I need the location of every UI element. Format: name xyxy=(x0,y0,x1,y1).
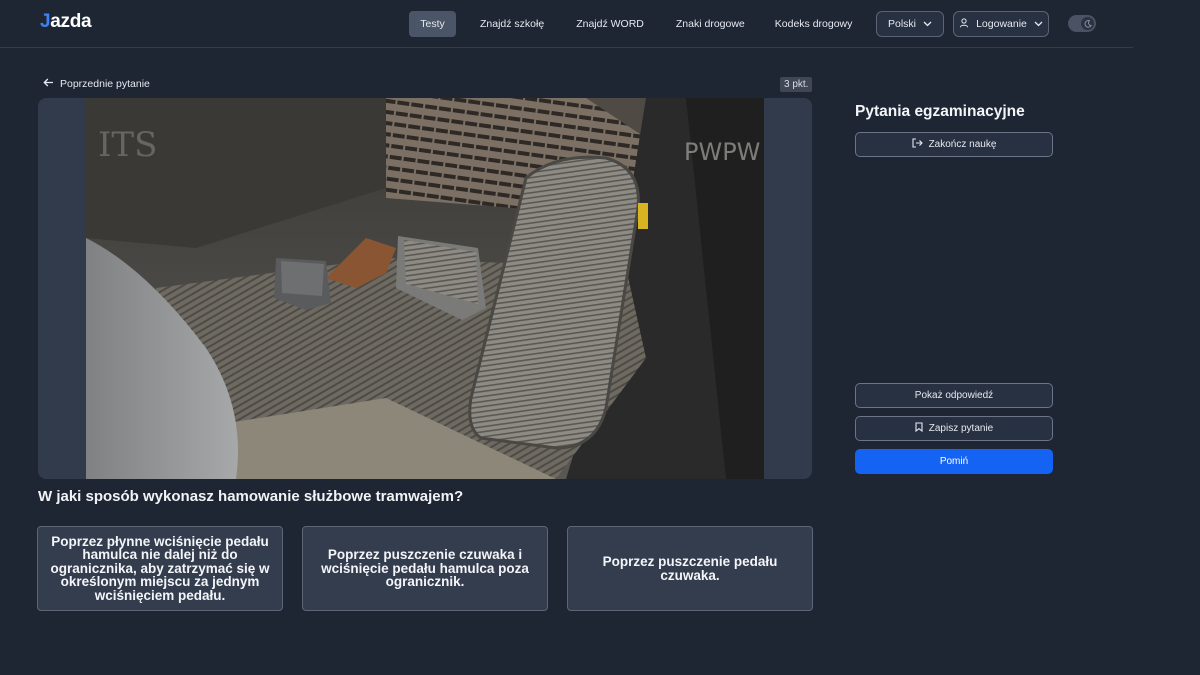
main-nav: Testy Znajdź szkołę Znajdź WORD Znaki dr… xyxy=(409,11,917,37)
bookmark-icon xyxy=(915,422,923,435)
moon-icon xyxy=(1081,17,1094,30)
logo[interactable]: Jazda xyxy=(40,11,92,33)
show-answer-button[interactable]: Pokaż odpowiedź xyxy=(855,383,1053,408)
finish-learning-label: Zakończ naukę xyxy=(928,139,997,150)
show-answer-label: Pokaż odpowiedź xyxy=(914,390,994,401)
logout-icon xyxy=(912,138,923,151)
logo-text: azda xyxy=(50,11,92,32)
points-badge: 3 pkt. xyxy=(780,77,813,92)
login-label: Logowanie xyxy=(976,18,1027,30)
logo-mark: J xyxy=(40,11,51,32)
save-question-button[interactable]: Zapisz pytanie xyxy=(855,416,1053,441)
arrow-left-icon xyxy=(43,78,54,90)
login-button[interactable]: Logowanie xyxy=(953,11,1049,37)
previous-question-label: Poprzednie pytanie xyxy=(60,78,150,90)
nav-item-testy[interactable]: Testy xyxy=(409,11,456,37)
top-navbar: Jazda Testy Znajdź szkołę Znajdź WORD Zn… xyxy=(0,0,1133,48)
user-icon xyxy=(959,17,969,31)
finish-learning-button[interactable]: Zakończ naukę xyxy=(855,132,1053,157)
answer-option-b[interactable]: Poprzez puszczenie czuwaka i wciśnięcie … xyxy=(302,526,548,611)
skip-button[interactable]: Pomiń xyxy=(855,449,1053,474)
nav-item-find-word[interactable]: Znajdź WORD xyxy=(564,11,656,37)
sidebar-title: Pytania egzaminacyjne xyxy=(855,103,1025,120)
language-select[interactable]: Polski xyxy=(876,11,944,37)
chevron-down-icon xyxy=(1034,18,1043,30)
watermark-left: ITS xyxy=(98,125,157,165)
save-question-label: Zapisz pytanie xyxy=(928,423,994,434)
language-label: Polski xyxy=(887,18,916,30)
question-media-frame: ITS PWPW xyxy=(38,98,812,479)
answer-option-c[interactable]: Poprzez puszczenie pedału czuwaka. xyxy=(567,526,813,611)
nav-item-find-school[interactable]: Znajdź szkołę xyxy=(468,11,556,37)
skip-label: Pomiń xyxy=(939,456,969,467)
chevron-down-icon xyxy=(923,18,932,30)
watermark-right: PWPW xyxy=(684,138,760,166)
theme-toggle[interactable] xyxy=(1068,15,1096,32)
question-text: W jaki sposób wykonasz hamowanie służbow… xyxy=(38,488,464,505)
answer-option-a[interactable]: Poprzez płynne wciśnięcie pedału hamulca… xyxy=(37,526,283,611)
question-photo: ITS PWPW xyxy=(86,98,764,479)
nav-item-road-code[interactable]: Kodeks drogowy xyxy=(763,11,865,37)
nav-item-road-signs[interactable]: Znaki drogowe xyxy=(664,11,757,37)
previous-question-link[interactable]: Poprzednie pytanie xyxy=(43,78,150,90)
